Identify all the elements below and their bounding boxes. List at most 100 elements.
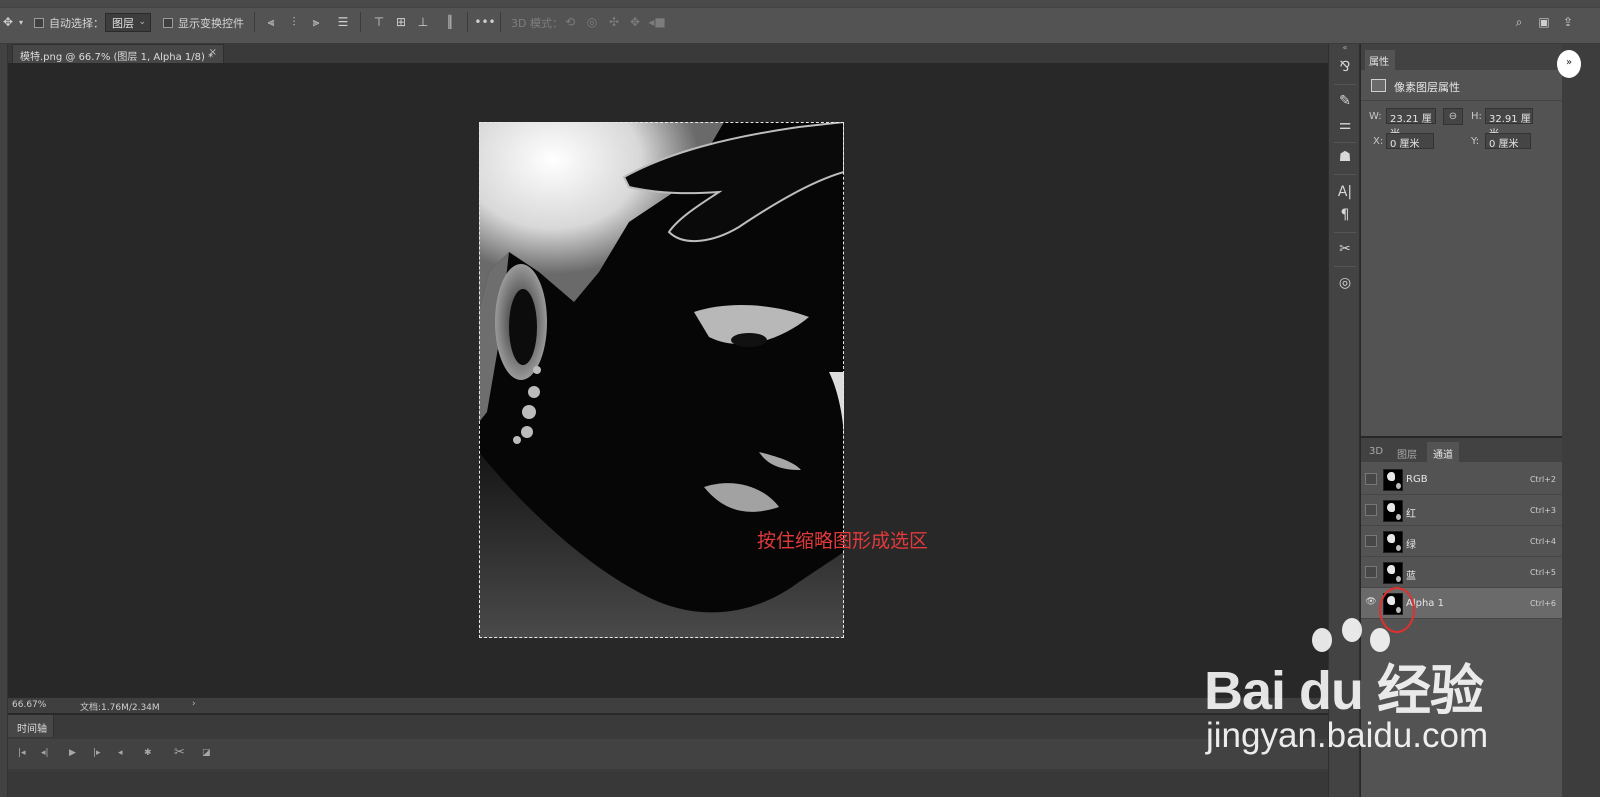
3d-roll-icon[interactable]: ◎ [584, 14, 600, 30]
align-top-icon[interactable]: ⊤ [371, 14, 387, 30]
channel-thumbnail[interactable] [1383, 593, 1403, 615]
previous-frame-icon[interactable]: ◂| [41, 748, 49, 758]
tool-preset-chevron-icon[interactable]: ▾ [13, 14, 29, 30]
x-label: X: [1373, 136, 1384, 147]
distribute-vertical-icon[interactable]: ║ [442, 14, 458, 30]
timeline-controls: |◂ ◂| ▶ |▸ ◂ ✱ ✂ ◪ [8, 739, 1328, 769]
properties-panel-header: 属性 [1361, 44, 1562, 70]
history-icon[interactable]: ⅋ [1336, 58, 1354, 76]
document-size-info: 文档:1.76M/2.34M [80, 703, 160, 713]
auto-select-target-dropdown[interactable]: 图层 ⌄ [105, 13, 151, 32]
timeline-track-area[interactable] [8, 771, 1328, 797]
align-left-icon[interactable]: ⫷ [263, 14, 279, 30]
close-icon[interactable]: × [209, 47, 217, 58]
panel-toggle-icon[interactable]: » [1557, 50, 1581, 78]
visibility-toggle[interactable] [1365, 535, 1377, 547]
channels-panel-header: 3D 图层 通道 [1361, 438, 1562, 462]
channel-shortcut: Ctrl+2 [1529, 475, 1556, 484]
channel-row-rgb[interactable]: RGB Ctrl+2 [1361, 464, 1562, 495]
width-field[interactable]: 23.21 厘米 [1386, 108, 1436, 140]
settings-gear-icon[interactable]: ✱ [144, 748, 152, 758]
character-icon[interactable]: A| [1336, 183, 1354, 201]
height-field[interactable]: 32.91 厘米 [1485, 108, 1533, 140]
workspace-icon[interactable]: ▣ [1536, 14, 1552, 30]
divider [467, 12, 468, 32]
3d-slide-icon[interactable]: ✥ [627, 14, 643, 30]
tools-panel[interactable] [0, 44, 8, 797]
divider [360, 12, 361, 32]
link-dimensions-icon[interactable]: ⊖ [1443, 108, 1463, 125]
transition-icon[interactable]: ◪ [202, 748, 211, 758]
tab-3d[interactable]: 3D [1363, 442, 1389, 462]
channel-thumbnail[interactable] [1383, 469, 1403, 491]
menu-bar-strip [0, 0, 1600, 8]
right-panel-edge [1562, 44, 1600, 797]
adjustments-icon[interactable]: ⚌ [1336, 116, 1354, 134]
audio-icon[interactable]: ◂ [118, 748, 123, 758]
channel-shortcut: Ctrl+3 [1529, 506, 1556, 515]
status-menu-arrow-icon[interactable]: › [192, 699, 196, 709]
x-field[interactable]: 0 厘米 [1386, 133, 1434, 150]
3d-scale-icon[interactable]: ◂■ [648, 14, 665, 30]
go-to-first-frame-icon[interactable]: |◂ [18, 748, 26, 758]
eye-icon[interactable]: 👁 [1365, 597, 1377, 609]
y-field[interactable]: 0 厘米 [1485, 133, 1531, 150]
channel-row-green[interactable]: 绿 Ctrl+4 [1361, 526, 1562, 557]
status-bar: 66.67% 文档:1.76M/2.34M › [8, 697, 1328, 713]
auto-select-checkbox[interactable]: 自动选择： [34, 14, 104, 31]
tool-presets-icon[interactable]: ✂ [1336, 240, 1354, 258]
channel-shortcut: Ctrl+6 [1529, 599, 1556, 608]
channel-shortcut: Ctrl+5 [1529, 568, 1556, 577]
align-right-icon[interactable]: ⫸ [308, 14, 324, 30]
play-icon[interactable]: ▶ [69, 748, 76, 758]
divider [1334, 142, 1356, 143]
tab-channels[interactable]: 通道 [1427, 442, 1459, 462]
channel-name: 红 [1406, 509, 1416, 520]
timeline-tab[interactable]: 时间轴 [8, 715, 54, 737]
search-icon[interactable]: ⌕ [1511, 14, 1527, 30]
checkbox-box[interactable] [34, 17, 44, 28]
distribute-horizontal-icon[interactable]: ☰ [335, 14, 351, 30]
3d-orbit-icon[interactable]: ⟲ [562, 14, 578, 30]
split-scissors-icon[interactable]: ✂ [174, 745, 185, 760]
channel-name: 绿 [1406, 540, 1416, 551]
pixel-layer-properties-label: 像素图层属性 [1394, 81, 1460, 94]
channel-thumbnail[interactable] [1383, 531, 1403, 553]
creative-cloud-libraries-icon[interactable]: ◎ [1336, 274, 1354, 292]
divider [1361, 100, 1562, 101]
channel-row-red[interactable]: 红 Ctrl+3 [1361, 495, 1562, 526]
divider [1334, 84, 1356, 85]
channel-thumbnail[interactable] [1383, 562, 1403, 584]
divider [1334, 174, 1356, 175]
visibility-toggle[interactable] [1365, 473, 1377, 485]
auto-select-label: 自动选择： [49, 16, 104, 30]
channel-thumbnail[interactable] [1383, 500, 1403, 522]
align-horizontal-center-icon[interactable]: ⫶ [286, 14, 302, 30]
channel-row-blue[interactable]: 蓝 Ctrl+5 [1361, 557, 1562, 588]
collapse-panels-icon[interactable]: « [1329, 44, 1361, 52]
zoom-level[interactable]: 66.67% [12, 700, 46, 710]
share-icon[interactable]: ⇪ [1560, 14, 1576, 30]
3d-pan-icon[interactable]: ✣ [606, 14, 622, 30]
alpha-channel-image[interactable] [479, 122, 844, 638]
channels-panel: 3D 图层 通道 RGB Ctrl+2 红 Ctrl+3 绿 Ctrl+4 蓝 … [1361, 438, 1562, 797]
tab-layers[interactable]: 图层 [1391, 442, 1423, 462]
align-vertical-center-icon[interactable]: ⊞ [393, 14, 409, 30]
paragraph-icon[interactable]: ¶ [1336, 206, 1354, 224]
document-tab[interactable]: 模特.png @ 66.7% (图层 1, Alpha 1/8) * × [12, 44, 224, 63]
channel-name: Alpha 1 [1406, 598, 1444, 609]
properties-tab[interactable]: 属性 [1365, 50, 1395, 70]
next-frame-icon[interactable]: |▸ [93, 748, 101, 758]
show-transform-controls-checkbox[interactable]: 显示变换控件 [163, 14, 244, 31]
brush-settings-icon[interactable]: ✎ [1336, 92, 1354, 110]
more-options-icon[interactable]: ••• [474, 14, 495, 30]
clone-source-icon[interactable]: ☗ [1336, 148, 1354, 166]
channel-row-alpha-1[interactable]: 👁 Alpha 1 Ctrl+6 [1361, 588, 1562, 619]
document-tab-bar: 模特.png @ 66.7% (图层 1, Alpha 1/8) * × [8, 44, 1328, 63]
visibility-toggle[interactable] [1365, 504, 1377, 516]
checkbox-box[interactable] [163, 17, 173, 28]
visibility-toggle[interactable] [1365, 566, 1377, 578]
properties-panel: 属性 像素图层属性 W: 23.21 厘米 ⊖ H: 32.91 厘米 X: 0… [1361, 44, 1562, 436]
align-bottom-icon[interactable]: ⊥ [415, 14, 431, 30]
portrait-image [479, 122, 844, 638]
